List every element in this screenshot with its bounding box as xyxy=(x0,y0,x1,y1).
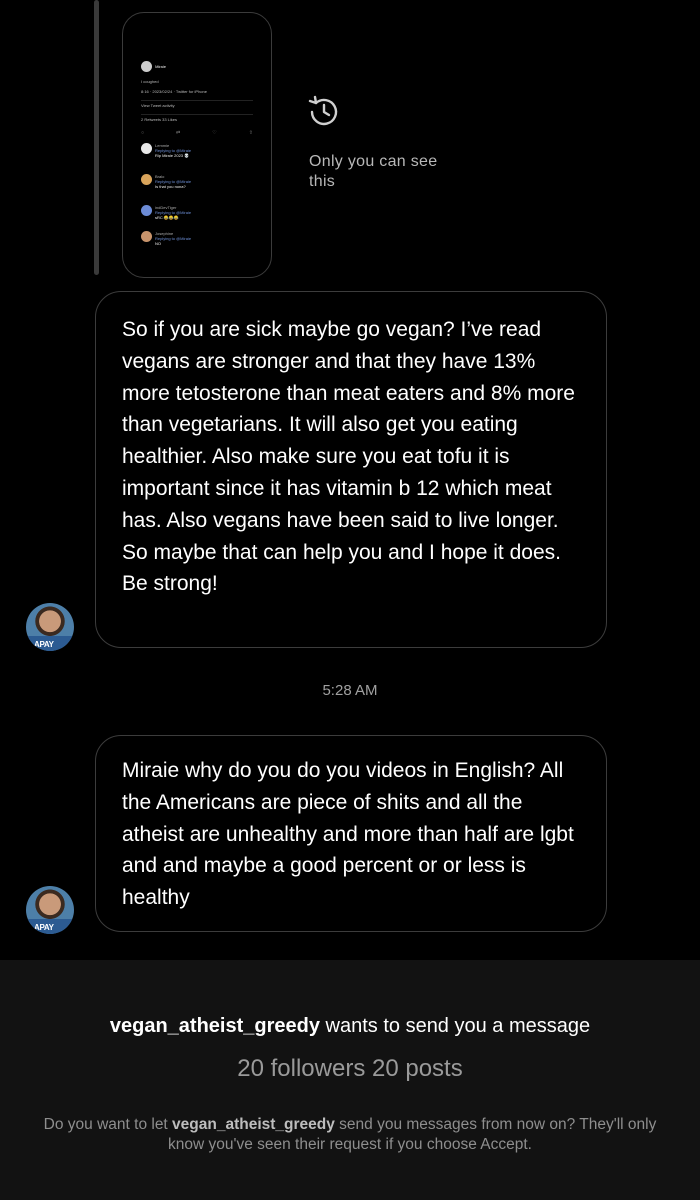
request-username[interactable]: vegan_atheist_greedy xyxy=(110,1015,320,1037)
retweet-icon: ⇄ xyxy=(176,130,181,136)
reply-avatar xyxy=(141,174,152,185)
reply-avatar xyxy=(141,143,152,154)
shared-story-preview[interactable]: Miraie I coughed 8:16 · 2023/02/24 · Twi… xyxy=(122,12,272,278)
reply-avatar xyxy=(141,205,152,216)
story-reply: Josephine Replying to @Miraie NO xyxy=(141,231,253,246)
story-tweet-activity: View Tweet activity xyxy=(141,103,175,108)
message-timestamp: 5:28 AM xyxy=(322,682,378,699)
like-icon: ♡ xyxy=(212,130,217,136)
message-bubble[interactable]: So if you are sick maybe go vegan? I’ve … xyxy=(95,291,607,648)
request-title: vegan_atheist_greedy wants to send you a… xyxy=(109,1015,591,1037)
story-reply: Bralo Replying to @Miraie Is that you nona… xyxy=(141,174,253,189)
reply-indicator-bar xyxy=(94,0,99,275)
history-icon xyxy=(308,95,338,126)
story-reply: Lemmie Replying to @Miraie Rip Miraie 2023… xyxy=(141,143,253,158)
reply-avatar xyxy=(141,231,152,242)
sender-avatar[interactable]: APAY xyxy=(26,886,74,934)
message-request-panel: vegan_atheist_greedy wants to send you a… xyxy=(0,960,700,1200)
story-tweet-header: Miraie xyxy=(141,61,253,72)
only-visible-label: Only you can see this xyxy=(309,153,438,190)
comment-icon: ○ xyxy=(141,130,145,136)
story-tweet-actions: ○ ⇄ ♡ ⇧ xyxy=(141,131,253,136)
story-reply: indDevTiger Replying to @Miraie sRC 😂😂😂 xyxy=(141,205,253,220)
request-note: Do you want to let vegan_atheist_greedy … xyxy=(43,1116,657,1153)
story-author-avatar xyxy=(141,61,152,72)
sender-avatar[interactable]: APAY xyxy=(26,603,74,651)
message-bubble[interactable]: Miraie why do you do you videos in Engli… xyxy=(95,735,607,932)
story-tweet-meta: 8:16 · 2023/02/24 · Twitter for iPhone xyxy=(141,89,207,94)
story-tweet-text: I coughed xyxy=(141,79,159,84)
story-author-name: Miraie xyxy=(155,64,167,69)
request-user-stats: 20 followers 20 posts xyxy=(237,1055,463,1082)
story-tweet-counts: 2 Retweets 33 Likes xyxy=(141,117,178,122)
share-icon: ⇧ xyxy=(248,130,253,136)
